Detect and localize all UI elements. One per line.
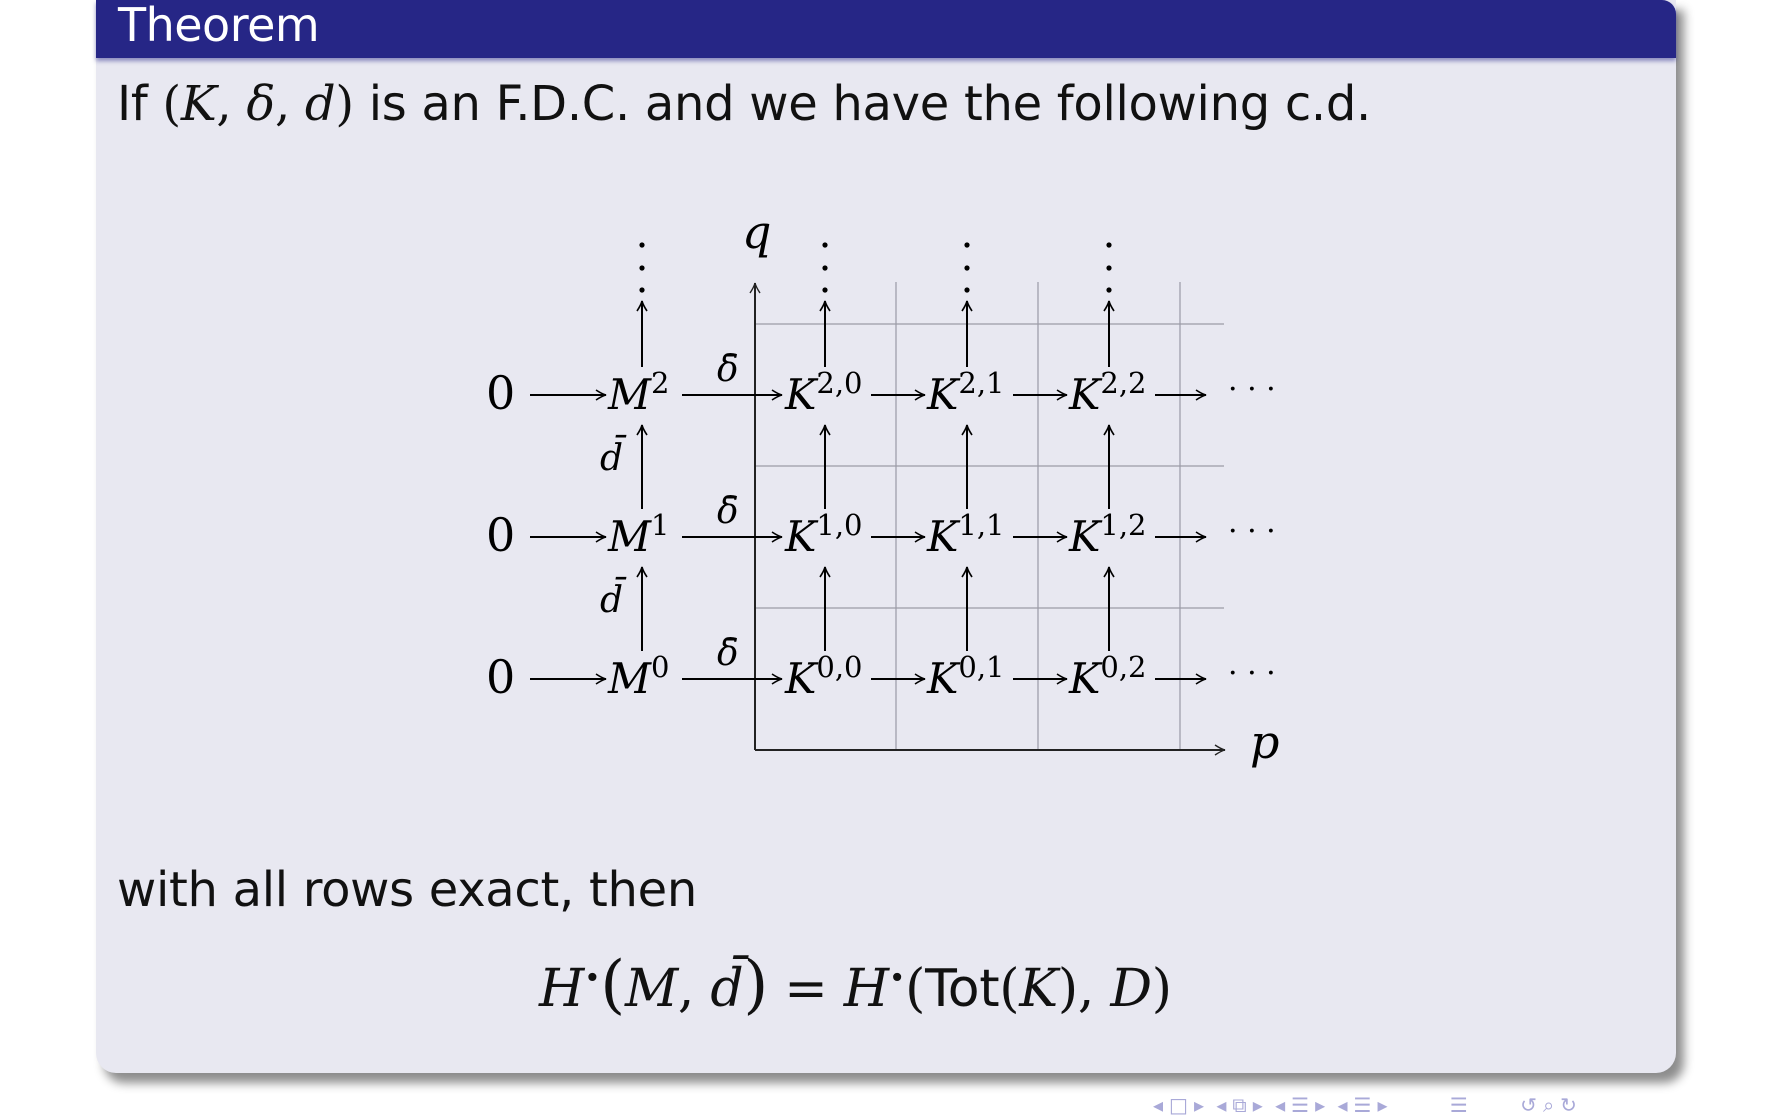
diagram-labels: q p 0 M2 δ̄ K2,0 K2,1 K2,2 · · · 0 M1 δ̄ K1,0 K1,1 K1,… [486, 205, 1279, 769]
K-column-vdots [1106, 287, 1112, 293]
nav-prev-subsection-icon[interactable]: ◂ [1275, 1093, 1285, 1117]
math-K: K [1019, 959, 1058, 1019]
bullet-superscript: • [888, 961, 906, 995]
row-ellipsis: · · · [1228, 656, 1276, 691]
zero-label: 0 [486, 650, 515, 704]
delta-bar-label: δ̄ [717, 633, 739, 674]
nav-document-icon[interactable]: ☰ [1450, 1093, 1468, 1117]
K-column-vdots [822, 265, 828, 271]
K-column-vdots [964, 265, 970, 271]
nav-next-section-icon[interactable]: ▸ [1377, 1093, 1387, 1117]
M-node: M0 [607, 650, 669, 703]
M-node: M2 [607, 366, 669, 419]
K-node: K2,2 [1068, 366, 1147, 419]
theorem-block: Theorem If (K, δ, d) is an F.D.C. and we… [96, 0, 1676, 1073]
K-node-superscript: 1,0 [816, 508, 862, 542]
text-tot: Tot [925, 959, 1000, 1019]
zero-label: 0 [486, 508, 515, 562]
bullet-superscript: • [584, 961, 601, 995]
M-node-superscript: 1 [651, 508, 669, 542]
K-node: K2,0 [784, 366, 863, 419]
paren-open: ( [905, 959, 926, 1019]
theorem-equation: H•(M, d̄) = H•(Tot(K), D) [539, 948, 1172, 1022]
K-node: K1,0 [784, 508, 863, 561]
K-node-superscript: 2,2 [1100, 366, 1146, 400]
K-node-superscript: 1,1 [958, 508, 1004, 542]
M-node-superscript: 0 [651, 650, 669, 684]
axis-label-p: p [1250, 715, 1279, 769]
K-node-superscript: 0,2 [1100, 650, 1146, 684]
K-node-superscript: 2,0 [816, 366, 862, 400]
K-column-vdots [1106, 242, 1112, 248]
nav-prev-section-icon[interactable]: ◂ [1337, 1093, 1347, 1117]
M-node-superscript: 2 [651, 366, 669, 400]
nav-prev-frame-icon[interactable]: ◂ [1216, 1093, 1226, 1117]
paren-close: ) [1057, 959, 1078, 1019]
delta-bar-label: δ̄ [717, 491, 739, 532]
row-ellipsis: · · · [1228, 514, 1276, 549]
K-node: K0,2 [1068, 650, 1147, 703]
nav-next-subsection-icon[interactable]: ▸ [1315, 1093, 1325, 1117]
beamer-navigation: ◂ □ ▸ ◂ ⧉ ▸ ◂ ☰ ▸ ◂ ☰ ▸ ☰ ↺ ⌕ ↻ [1153, 1093, 1583, 1117]
nav-subsection-icon[interactable]: ☰ [1291, 1093, 1309, 1117]
paren-open: ( [999, 959, 1020, 1019]
M-node: M1 [607, 508, 669, 561]
M-column-vdots [639, 242, 645, 248]
nav-next-frame-icon[interactable]: ▸ [1253, 1093, 1263, 1117]
nav-search-icon[interactable]: ⌕ [1543, 1093, 1554, 1117]
K-node-superscript: 0,1 [958, 650, 1004, 684]
K-column-vdots [964, 287, 970, 293]
nav-frame-icon[interactable]: ⧉ [1232, 1093, 1246, 1117]
nav-section-icon[interactable]: ☰ [1354, 1093, 1372, 1117]
comma: , [1077, 959, 1111, 1019]
d-bar-label: d̄ [600, 577, 627, 621]
K-column-vdots [964, 242, 970, 248]
K-node-superscript: 1,2 [1100, 508, 1146, 542]
K-node: K0,1 [926, 650, 1005, 703]
K-node: K2,1 [926, 366, 1005, 419]
d-bar-label: d̄ [600, 435, 627, 479]
nav-forward-icon[interactable]: ↻ [1560, 1093, 1577, 1117]
comma: , [677, 959, 711, 1019]
math-d-bar: d̄ [710, 959, 744, 1019]
math-H: H [843, 959, 889, 1019]
math-D: D [1110, 959, 1152, 1019]
K-column-vdots [822, 242, 828, 248]
math-H: H [539, 959, 585, 1019]
K-node-superscript: 2,1 [958, 366, 1004, 400]
paren-open: ( [600, 948, 625, 1022]
axis-label-q: q [742, 205, 771, 259]
nav-back-icon[interactable]: ↺ [1520, 1093, 1537, 1117]
nav-next-slide-icon[interactable]: ▸ [1194, 1093, 1204, 1117]
zero-label: 0 [486, 366, 515, 420]
equals-sign: = [768, 959, 844, 1019]
diagram-arrows [530, 300, 1207, 685]
K-column-vdots [1106, 265, 1112, 271]
K-node-superscript: 0,0 [816, 650, 862, 684]
nav-slide-icon[interactable]: □ [1169, 1093, 1188, 1117]
M-column-vdots [639, 287, 645, 293]
M-column-vdots [639, 265, 645, 271]
nav-prev-slide-icon[interactable]: ◂ [1153, 1093, 1163, 1117]
K-node: K1,1 [926, 508, 1005, 561]
paren-close: ) [743, 948, 769, 1022]
math-M: M [624, 959, 678, 1019]
delta-bar-label: δ̄ [717, 349, 739, 390]
K-node: K1,2 [1068, 508, 1147, 561]
row-ellipsis: · · · [1228, 372, 1276, 407]
paren-close: ) [1151, 959, 1172, 1019]
K-column-vdots [822, 287, 828, 293]
theorem-statement-line2: with all rows exact, then [117, 862, 697, 918]
K-node: K0,0 [784, 650, 863, 703]
